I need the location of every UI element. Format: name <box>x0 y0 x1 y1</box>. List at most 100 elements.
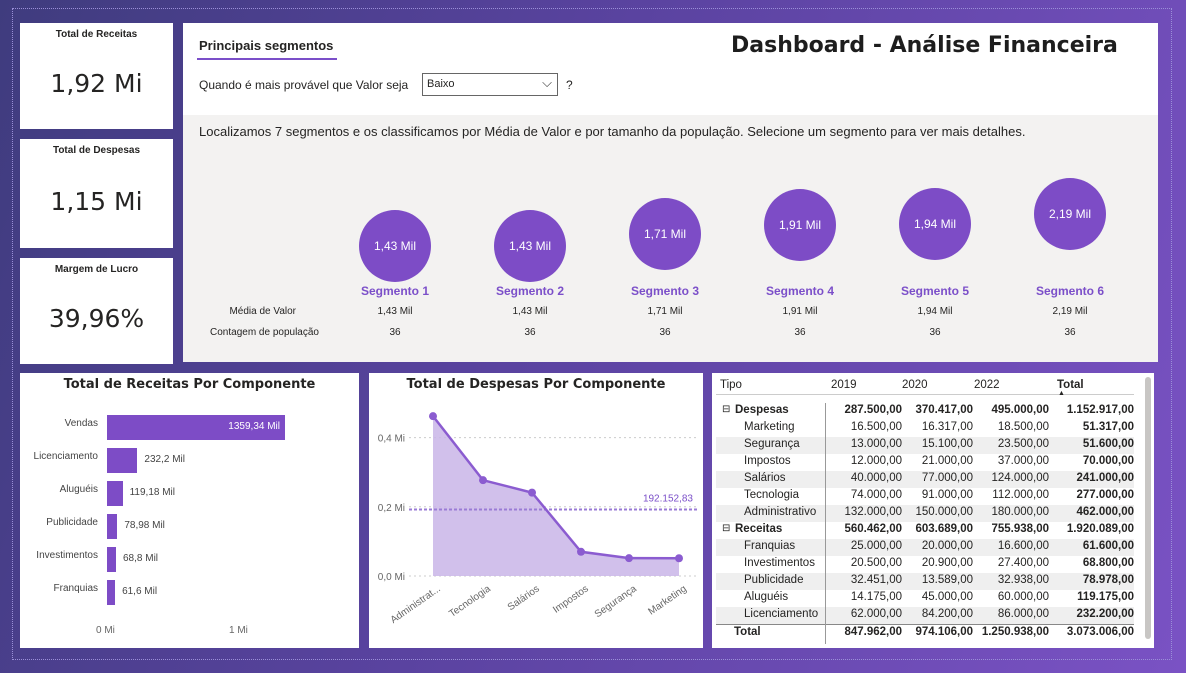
table-cell: 124.000,00 <box>991 472 1049 484</box>
column-header-tipo[interactable]: Tipo <box>720 379 742 391</box>
table-cell: 60.000,00 <box>997 591 1049 603</box>
table-cell: 370.417,00 <box>915 404 973 416</box>
segment-bubble[interactable]: 2,19 Mil <box>1034 178 1106 250</box>
segment-name[interactable]: Segmento 1 <box>345 284 445 298</box>
table-row[interactable]: ⊟ Receitas 560.462,00 603.689,00 755.938,00 1… <box>716 522 1134 539</box>
table-header-row: Tipo 2019 2020 2022 Total ▲ <box>716 378 1134 397</box>
table-cell: 560.462,00 <box>844 523 902 535</box>
table-row[interactable]: Investimentos 20.500,00 20.900,00 27.400,00… <box>716 556 1134 573</box>
table-cell: 27.400,00 <box>997 557 1049 569</box>
segment-avg: 2,19 Mil <box>1052 306 1088 317</box>
data-point[interactable] <box>625 554 633 563</box>
table-row[interactable]: Licenciamento 62.000,00 84.200,00 86.000,00… <box>716 607 1134 624</box>
column-header-2022[interactable]: 2022 <box>974 379 1000 391</box>
x-tick-label: Tecnologia <box>447 583 493 620</box>
table-cell: 68.800,00 <box>1082 557 1134 569</box>
segment-name[interactable]: Segmento 6 <box>1020 284 1120 298</box>
table-row[interactable]: Tecnologia 74.000,00 91.000,00 112.000,00 27… <box>716 488 1134 505</box>
table-cell: 755.938,00 <box>991 523 1049 535</box>
segment-bubble[interactable]: 1,94 Mil <box>899 188 971 260</box>
table-cell: 20.500,00 <box>850 557 902 569</box>
bar-category-label: Publicidade <box>46 517 98 528</box>
table-cell: 16.500,00 <box>850 421 902 433</box>
column-header-2020[interactable]: 2020 <box>902 379 928 391</box>
row-label: Franquias <box>744 540 796 552</box>
bar-category-label: Aluguéis <box>59 484 98 495</box>
bar[interactable] <box>107 514 118 539</box>
column-header-2019[interactable]: 2019 <box>831 379 857 391</box>
kpi-value: 39,96% <box>48 304 145 333</box>
bar[interactable] <box>107 547 116 572</box>
table-cell: 12.000,00 <box>850 455 902 467</box>
data-point[interactable] <box>675 554 683 563</box>
row-label-count: Contagem de população <box>210 327 319 338</box>
segment-name[interactable]: Segmento 2 <box>480 284 580 298</box>
kpi-title: Total de Receitas <box>55 29 138 40</box>
table-row[interactable]: Aluguéis 14.175,00 45.000,00 60.000,00 119.1… <box>716 590 1134 607</box>
segment-bubble[interactable]: 1,43 Mil <box>494 210 566 282</box>
data-point[interactable] <box>429 412 437 421</box>
bar[interactable] <box>107 481 123 506</box>
data-point[interactable] <box>577 547 585 556</box>
tab-principais-segmentos[interactable]: Principais segmentos <box>199 38 333 53</box>
despesas-chart-card: Total de Despesas Por Componente 0,0 Mi 0… <box>369 373 703 648</box>
table-row[interactable]: Salários 40.000,00 77.000,00 124.000,00 241.… <box>716 471 1134 488</box>
row-label: Total <box>734 626 761 638</box>
page-title: Dashboard - Análise Financeira <box>731 33 1118 58</box>
kpi-card-receitas[interactable]: Total de Receitas 1,92 Mi <box>20 23 173 129</box>
bar-category-label: Investimentos <box>36 550 98 561</box>
table-cell: 86.000,00 <box>997 608 1049 620</box>
bar-category-label: Vendas <box>64 418 98 429</box>
table-row[interactable]: Marketing 16.500,00 16.317,00 18.500,00 51.3… <box>716 420 1134 437</box>
row-label: Administrativo <box>744 506 817 518</box>
table-row[interactable]: ⊟ Despesas 287.500,00 370.417,00 495.000,00 1… <box>716 403 1134 420</box>
segment-name[interactable]: Segmento 5 <box>885 284 985 298</box>
x-tick-label: 0 Mi <box>96 625 115 636</box>
table-row[interactable]: Franquias 25.000,00 20.000,00 16.600,00 61.6… <box>716 539 1134 556</box>
vertical-scrollbar[interactable] <box>1145 377 1151 639</box>
kpi-card-despesas[interactable]: Total de Despesas 1,15 Mi <box>20 139 173 248</box>
table-cell: 180.000,00 <box>991 506 1049 518</box>
average-label: 192.152,83 <box>643 494 693 505</box>
bar[interactable] <box>107 448 138 473</box>
value-dropdown[interactable]: Baixo ⌵ <box>422 73 558 96</box>
kpi-card-margem[interactable]: Margem de Lucro 39,96% <box>20 258 173 364</box>
table-cell: 150.000,00 <box>915 506 973 518</box>
table-cell: 1.152.917,00 <box>1066 404 1134 416</box>
data-point[interactable] <box>528 488 536 497</box>
segment-avg: 1,43 Mil <box>377 306 413 317</box>
row-label: Licenciamento <box>744 608 819 620</box>
segment-bubble[interactable]: 1,43 Mil <box>359 210 431 282</box>
table-row[interactable]: Segurança 13.000,00 15.100,00 23.500,00 51.6… <box>716 437 1134 454</box>
table-cell: 45.000,00 <box>921 591 973 603</box>
table-row[interactable]: Publicidade 32.451,00 13.589,00 32.938,00 78… <box>716 573 1134 590</box>
bar-value-label: 61,6 Mil <box>122 586 158 597</box>
receitas-chart-card: Total de Receitas Por Componente Vendas 1… <box>20 373 359 648</box>
segment-name[interactable]: Segmento 3 <box>615 284 715 298</box>
table-row[interactable]: Total 847.962,00 974.106,00 1.250.938,00 3.0… <box>716 624 1134 641</box>
table-cell: 132.000,00 <box>844 506 902 518</box>
chart-title: Total de Receitas Por Componente <box>63 377 316 392</box>
row-label: Impostos <box>744 455 791 467</box>
table-cell: 40.000,00 <box>850 472 902 484</box>
table-cell: 13.000,00 <box>850 438 902 450</box>
row-label: Receitas <box>735 523 783 535</box>
row-label: Marketing <box>744 421 795 433</box>
bar-category-label: Licenciamento <box>33 451 98 462</box>
key-influencers-panel: Principais segmentos Quando é mais prová… <box>183 23 1158 362</box>
segment-bubble[interactable]: 1,91 Mil <box>764 189 836 261</box>
expand-collapse-icon[interactable]: ⊟ <box>722 404 730 415</box>
bar[interactable] <box>107 580 116 605</box>
table-row[interactable]: Administrativo 132.000,00 150.000,00 180.00… <box>716 505 1134 522</box>
expand-collapse-icon[interactable]: ⊟ <box>722 523 730 534</box>
x-tick-label: Impostos <box>551 583 591 615</box>
segment-name[interactable]: Segmento 4 <box>750 284 850 298</box>
segment-count: 36 <box>794 327 806 338</box>
data-point[interactable] <box>479 476 487 485</box>
column-divider <box>825 403 826 644</box>
row-label: Publicidade <box>744 574 804 586</box>
segment-bubble[interactable]: 1,71 Mil <box>629 198 701 270</box>
segment-avg: 1,43 Mil <box>512 306 548 317</box>
table-row[interactable]: Impostos 12.000,00 21.000,00 37.000,00 70.00… <box>716 454 1134 471</box>
table-cell: 495.000,00 <box>991 404 1049 416</box>
